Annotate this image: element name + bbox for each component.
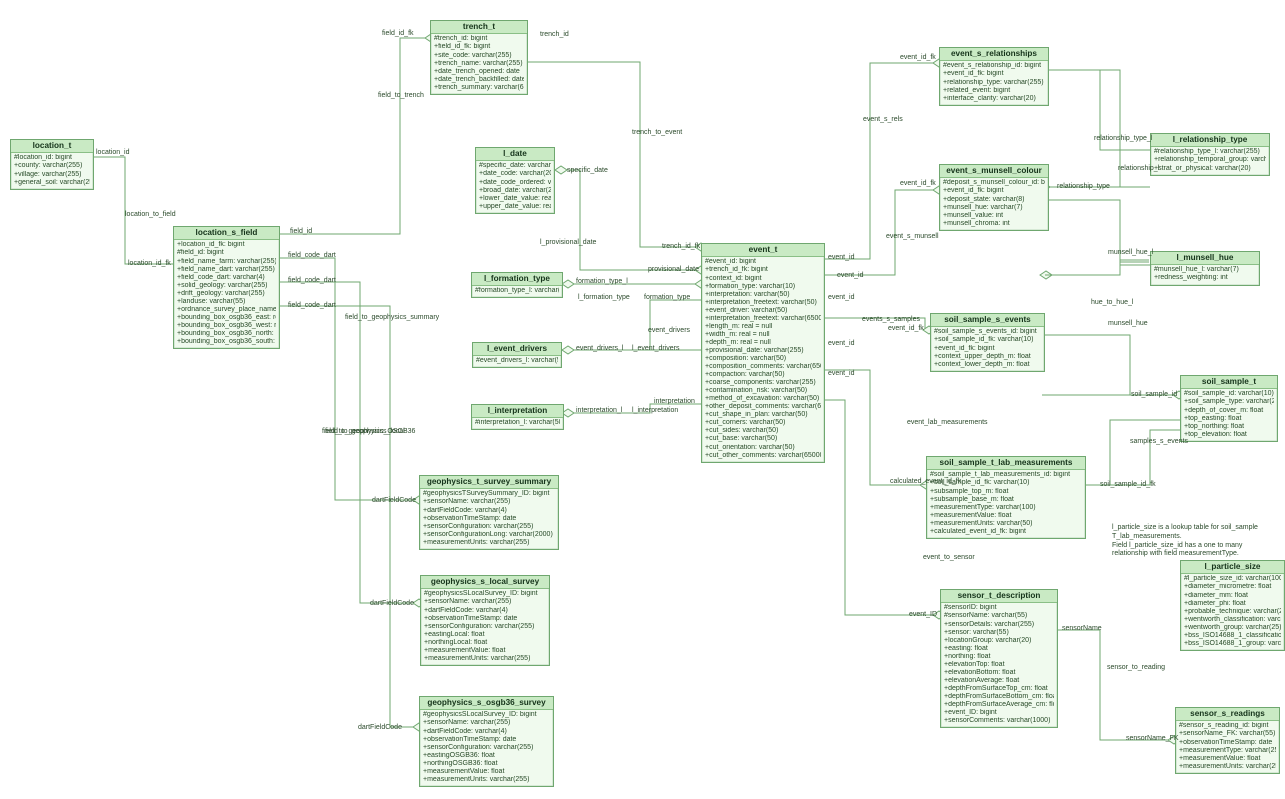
er-diagram-canvas: location_t #location_id: bigint +county:… <box>0 0 1285 799</box>
entity-location-s-field: location_s_field +location_id_fk: bigint… <box>173 226 280 349</box>
entity-title: location_t <box>11 140 93 153</box>
label-event-id-sensor: event_ID <box>909 611 937 619</box>
label-field-code-dart-3: field_code_dart <box>288 302 336 310</box>
entity-trench-t: trench_t #trench_id: bigint +field_id_fk… <box>430 20 528 95</box>
entity-event-t: event_t #event_id: bigint +trench_id_fk:… <box>701 243 825 463</box>
label-event-id3: event_id <box>828 294 854 302</box>
label-interpretation-l: interpretation_l <box>576 407 622 415</box>
entity-event-s-munsell-colour: event_s_munsell_colour #deposit_s_munsel… <box>939 164 1049 231</box>
label-field-id: field_id <box>290 228 312 236</box>
label-specific-date: specific_date <box>567 167 608 175</box>
label-event-id1: event_id <box>828 254 854 262</box>
label-field-to-trench: field_to_trench <box>378 92 424 100</box>
label-formation-type-l: formation_type_l <box>576 278 628 286</box>
label-dartfieldcode1: dartFieldCode <box>372 497 416 505</box>
label-event-lab-measurements: event_lab_measurements <box>907 419 988 427</box>
label-trench-id-fk: trench_id_fk <box>662 243 700 251</box>
label-soil-sample-id-fk: soil_sample_id_fk <box>1100 481 1156 489</box>
entity-geophysics-t-survey-summary: geophysics_t_survey_summary #geophysicsT… <box>419 475 559 550</box>
entity-l-relationship-type: l_relationship_type #relationship_type_l… <box>1150 133 1270 176</box>
label-trench-to-event: trench_to_event <box>632 129 682 137</box>
label-event-id5: event_id <box>828 370 854 378</box>
label-l-provisional-date: l_provisional_date <box>540 239 596 247</box>
label-event-drivers-l: event_drivers_l <box>576 345 623 353</box>
label-event-id-fk1: event_id_fk <box>900 54 936 62</box>
label-events-s-samples: events_s_samples <box>862 316 920 324</box>
label-calculated-event-id-fk: calculated_event_id_fk <box>890 478 961 486</box>
label-event-s-rels: event_s_rels <box>863 116 903 124</box>
label-dartfieldcode2: dartFieldCode <box>370 600 414 608</box>
label-l-interpretation-lbl: l_interpretation <box>632 407 678 415</box>
label-sensor-name-fk: sensorName_FK <box>1126 735 1179 743</box>
label-event-to-sensor: event_to_sensor <box>923 554 975 562</box>
entity-location-t: location_t #location_id: bigint +county:… <box>10 139 94 190</box>
label-event-id-fk3: event_id_fk <box>888 325 924 333</box>
connector-lines <box>0 0 1285 799</box>
label-relationship-type-l: relationship_type_l <box>1094 135 1152 143</box>
label-l-formation-type-lbl: l_formation_type <box>578 294 630 302</box>
label-soil-sample-id: soil_sample_id <box>1131 391 1177 399</box>
note-particle-size: l_particle_size is a lookup table for so… <box>1112 524 1277 559</box>
label-event-drivers-lbl: event_drivers <box>648 327 690 335</box>
entity-event-s-relationships: event_s_relationships #event_s_relations… <box>939 47 1049 106</box>
entity-l-date: l_date #specific_date: varchar(255) +dat… <box>475 147 555 214</box>
label-event-id2: event_id <box>837 272 863 280</box>
entity-soil-sample-t-lab-measurements: soil_sample_t_lab_measurements #soil_sam… <box>926 456 1086 539</box>
label-location-id: location_id <box>96 149 129 157</box>
entity-l-event-drivers: l_event_drivers #event_drivers_l: varcha… <box>472 342 562 368</box>
entity-l-formation-type: l_formation_type #formation_type_l: varc… <box>471 272 563 298</box>
label-event-s-munsell: event_s_munsell <box>886 233 939 241</box>
label-field-to-geophysics-osgb36b: field_to_geophysics_OSGB36 <box>322 428 415 436</box>
entity-l-particle-size: l_particle_size #l_particle_size_id: var… <box>1180 560 1285 651</box>
entity-geophysics-s-osgb36-survey: geophysics_s_osgb36_survey #geophysicsSL… <box>419 696 554 787</box>
label-location-to-field: location_to_field <box>125 211 176 219</box>
entity-geophysics-s-local-survey: geophysics_s_local_survey #geophysicsSLo… <box>420 575 550 666</box>
label-sensor-name: sensorName <box>1062 625 1102 633</box>
label-hue-to-hue-l: hue_to_hue_l <box>1091 299 1133 307</box>
label-event-id4: event_id <box>828 340 854 348</box>
label-field-to-geophysics-summary: field_to_geophysics_summary <box>345 314 439 322</box>
label-l-event-drivers-lbl: l_event_drivers <box>632 345 679 353</box>
label-field-id-fk: field_id_fk <box>382 30 414 38</box>
label-relationship-type: relationship_type <box>1057 183 1110 191</box>
label-samples-s-events: samples_s_events <box>1130 438 1188 446</box>
entity-l-munsell-hue: l_munsell_hue #munsell_hue_l: varchar(7)… <box>1150 251 1260 286</box>
label-provisional-date: provisional_date <box>648 266 699 274</box>
label-munsell-hue: munsell_hue <box>1108 320 1148 328</box>
label-field-code-dart-2: field_code_dart <box>288 277 336 285</box>
entity-l-interpretation: l_interpretation #interpretation_l: varc… <box>471 404 564 430</box>
label-location-id-fk: location_id_fk <box>128 260 171 268</box>
label-formation-type: formation_type <box>644 294 690 302</box>
entity-soil-sample-s-events: soil_sample_s_events #soil_sample_s_even… <box>930 313 1045 372</box>
label-trench-id: trench_id <box>540 31 569 39</box>
label-interpretation-lbl: interpretation <box>654 398 695 406</box>
label-sensor-to-reading: sensor_to_reading <box>1107 664 1165 672</box>
label-event-id-fk2: event_id_fk <box>900 180 936 188</box>
entity-sensor-s-readings: sensor_s_readings #sensor_s_reading_id: … <box>1175 707 1280 774</box>
label-dartfieldcode3: dartFieldCode <box>358 724 402 732</box>
label-field-code-dart-1: field_code_dart <box>288 252 336 260</box>
entity-attrs: #location_id: bigint +county: varchar(25… <box>11 153 93 188</box>
label-munsell-hue-l: munsell_hue_l <box>1108 249 1153 257</box>
label-relationship-l: relationship_l <box>1118 165 1159 173</box>
entity-soil-sample-t: soil_sample_t #soil_sample_id: varchar(1… <box>1180 375 1278 442</box>
entity-sensor-t-description: sensor_t_description #sensorID: bigint #… <box>940 589 1058 728</box>
